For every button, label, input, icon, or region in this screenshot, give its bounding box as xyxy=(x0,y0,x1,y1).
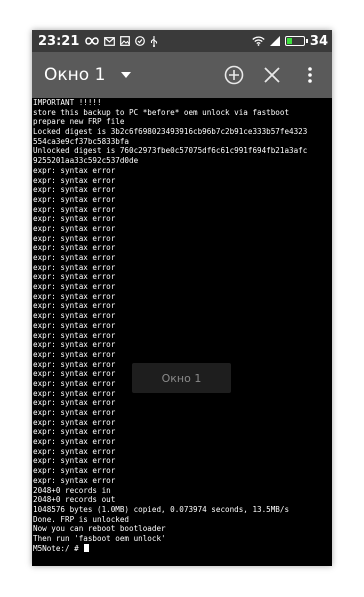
battery-level-fill xyxy=(286,38,292,44)
wifi-icon xyxy=(252,36,265,46)
terminal-line: expr: syntax error xyxy=(33,437,116,447)
status-icons-left xyxy=(85,35,158,47)
terminal-line: expr: syntax error xyxy=(33,175,116,185)
terminal-app-window: 23:21 34 Окно 1 IMPORTANT !!!!! store th… xyxy=(32,30,332,566)
phone-screen: 23:21 34 Окно 1 IMPORTANT !!!!! store th… xyxy=(0,0,364,597)
terminal-line: expr: syntax error xyxy=(33,291,116,301)
overflow-menu-button[interactable] xyxy=(298,63,322,87)
terminal-line: expr: syntax error xyxy=(33,446,116,456)
window-selector-dropdown[interactable]: Окно 1 xyxy=(32,65,132,85)
window-name-toast: Окно 1 xyxy=(132,363,231,393)
terminal-line: prepare new FRP file xyxy=(33,117,125,127)
toolbar-actions xyxy=(222,63,322,87)
terminal-line: Now you can reboot bootloader xyxy=(33,524,166,534)
plus-circle-icon xyxy=(224,65,244,85)
window-title: Окно 1 xyxy=(44,65,106,85)
terminal-line: expr: syntax error xyxy=(33,233,116,243)
terminal-line: Unlocked digest is 760c2973fbe0c57075df6… xyxy=(33,146,308,156)
terminal-line: expr: syntax error xyxy=(33,340,116,350)
terminal-line: expr: syntax error xyxy=(33,253,116,262)
terminal-line: expr: syntax error xyxy=(33,398,116,408)
mail-icon xyxy=(104,36,116,46)
terminal-output[interactable]: IMPORTANT !!!!! store this backup to PC *… xyxy=(32,98,332,566)
terminal-line: expr: syntax error xyxy=(33,349,116,359)
terminal-line: expr: syntax error xyxy=(33,466,116,476)
terminal-line: expr: syntax error xyxy=(33,214,116,224)
terminal-line: Locked digest is 3b2c6f698023493916cb96b… xyxy=(33,127,308,137)
more-vert-icon xyxy=(308,67,312,83)
terminal-line: 2048+0 records in xyxy=(33,485,111,495)
terminal-line: 9255201aa33c592c537d0de xyxy=(33,156,139,166)
terminal-text: IMPORTANT !!!!! store this backup to PC *… xyxy=(32,98,332,553)
terminal-line: 1048576 bytes (1.0MB) copied, 0.073974 s… xyxy=(33,504,290,514)
status-icons-right: 34 xyxy=(252,34,328,49)
terminal-line: IMPORTANT !!!!! xyxy=(33,98,102,107)
terminal-line: expr: syntax error xyxy=(33,243,116,253)
terminal-line: expr: syntax error xyxy=(33,417,116,427)
terminal-line: store this backup to PC *before* oem unl… xyxy=(33,107,290,117)
terminal-cursor xyxy=(84,543,90,552)
battery-icon xyxy=(284,36,308,46)
terminal-line: expr: syntax error xyxy=(33,223,116,233)
image-icon xyxy=(120,36,131,46)
add-window-button[interactable] xyxy=(222,63,246,87)
chevron-down-icon xyxy=(121,72,132,78)
terminal-line: expr: syntax error xyxy=(33,311,116,321)
terminal-line: expr: syntax error xyxy=(33,456,116,466)
close-icon xyxy=(264,67,280,83)
terminal-line: expr: syntax error xyxy=(33,185,116,195)
terminal-line: expr: syntax error xyxy=(33,475,116,485)
check-circle-icon xyxy=(135,36,146,46)
terminal-line: Done. FRP is unlocked xyxy=(33,514,130,524)
status-time: 23:21 xyxy=(38,33,80,49)
terminal-line: expr: syntax error xyxy=(33,272,116,282)
terminal-line: expr: syntax error xyxy=(33,427,116,437)
terminal-line: expr: syntax error xyxy=(33,262,116,272)
close-window-button[interactable] xyxy=(260,63,284,87)
terminal-line: M5Note:/ # xyxy=(33,543,332,554)
terminal-line: expr: syntax error xyxy=(33,282,116,292)
usb-icon xyxy=(151,35,158,47)
status-bar: 23:21 34 xyxy=(32,30,332,52)
terminal-line: 2048+0 records out xyxy=(33,495,116,505)
terminal-line: expr: syntax error xyxy=(33,408,116,417)
signal-icon xyxy=(269,36,280,46)
infinity-icon xyxy=(85,37,100,45)
terminal-line: expr: syntax error xyxy=(33,204,116,214)
terminal-line: Then run 'fasboot oem unlock' xyxy=(33,533,166,543)
terminal-line: expr: syntax error xyxy=(33,301,116,311)
terminal-line: expr: syntax error xyxy=(33,320,116,330)
terminal-line: expr: syntax error xyxy=(33,330,116,340)
terminal-line: 554ca3e9cf37bc5833bfa xyxy=(33,136,130,146)
battery-percent: 34 xyxy=(309,33,328,49)
app-toolbar: Окно 1 xyxy=(32,52,332,98)
terminal-line: expr: syntax error xyxy=(33,194,116,204)
terminal-line: expr: syntax error xyxy=(33,165,116,175)
